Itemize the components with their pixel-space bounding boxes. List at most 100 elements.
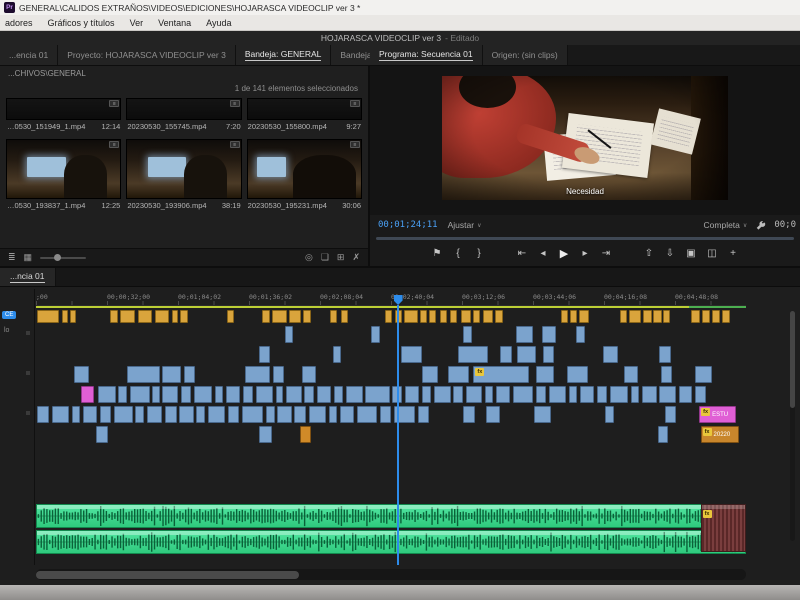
timeline-clip[interactable]: [486, 406, 500, 423]
time-ruler[interactable]: ;0000;00;32;0000;01;04;0200;01;36;0200;0…: [36, 289, 746, 306]
delete-icon[interactable]: ✗: [352, 253, 360, 262]
timeline-clip[interactable]: [181, 386, 191, 403]
timeline-clip[interactable]: [434, 386, 451, 403]
timeline-clip[interactable]: [536, 386, 546, 403]
track-toggle-icon[interactable]: [26, 331, 30, 335]
vertical-scrollbar-handle[interactable]: [790, 311, 795, 408]
timeline-clip[interactable]: [624, 366, 638, 383]
button-editor-icon[interactable]: +: [727, 249, 740, 259]
timeline-clip[interactable]: [329, 406, 338, 423]
caption-clip[interactable]: [722, 310, 731, 323]
find-icon[interactable]: ◎: [305, 253, 313, 262]
timeline-clip[interactable]: [162, 366, 180, 383]
zoom-level-select[interactable]: Ajustar ∨: [448, 220, 482, 230]
timeline-clip[interactable]: [162, 386, 178, 403]
timeline-clip[interactable]: [536, 366, 554, 383]
timeline-clip[interactable]: [302, 366, 316, 383]
timeline-clip[interactable]: [569, 386, 578, 403]
new-bin-icon[interactable]: ❏: [321, 253, 329, 262]
timeline-clip[interactable]: [179, 406, 193, 423]
panel-tab[interactable]: Proyecto: HOJARASCA VIDEOCLIP ver 3: [58, 45, 236, 65]
caption-clip[interactable]: [702, 310, 711, 323]
caption-clip[interactable]: [570, 310, 577, 323]
audio-track-2[interactable]: [36, 530, 746, 554]
panel-tab[interactable]: Bandeja: GENERAL: [236, 45, 332, 65]
timeline-clip[interactable]: [405, 386, 419, 403]
timeline-clip[interactable]: [114, 406, 132, 423]
caption-clip[interactable]: [461, 310, 471, 323]
timeline-clip[interactable]: [371, 326, 380, 343]
timeline-horizontal-scrollbar[interactable]: [36, 569, 746, 580]
timeline-clip[interactable]: [463, 326, 472, 343]
caption-clip[interactable]: [473, 310, 480, 323]
caption-clip[interactable]: [330, 310, 337, 323]
caption-clip[interactable]: [653, 310, 662, 323]
caption-clip[interactable]: [155, 310, 170, 323]
caption-clip[interactable]: [120, 310, 135, 323]
timeline-clip[interactable]: [184, 366, 195, 383]
horizontal-scrollbar-handle[interactable]: [36, 571, 299, 579]
extract-icon[interactable]: ⇩: [664, 249, 677, 259]
timeline-clip[interactable]: [243, 386, 253, 403]
timeline-clip[interactable]: [276, 386, 283, 403]
caption-clip[interactable]: [691, 310, 700, 323]
timeline-clip[interactable]: [603, 346, 619, 363]
comparison-view-icon[interactable]: ◫: [706, 249, 719, 259]
caption-clip[interactable]: [138, 310, 153, 323]
timeline-clip[interactable]: [422, 386, 431, 403]
timeline-clip[interactable]: [300, 426, 311, 443]
timeline-clip[interactable]: [463, 406, 474, 423]
caption-clip[interactable]: [172, 310, 178, 323]
project-item[interactable]: ≡…0530_193837_1.mp412:25: [6, 139, 121, 210]
caption-clip[interactable]: [620, 310, 627, 323]
breadcrumb[interactable]: ...CHIVOS\GENERAL: [0, 66, 368, 81]
caption-clip[interactable]: [404, 310, 417, 323]
lift-icon[interactable]: ⇧: [643, 249, 656, 259]
timeline-clip[interactable]: [346, 386, 363, 403]
go-to-out-icon[interactable]: ⇥: [600, 249, 613, 259]
timeline-clip[interactable]: [665, 406, 676, 423]
timeline-clip[interactable]: [96, 426, 109, 443]
caption-clip[interactable]: [303, 310, 312, 323]
timeline-clip[interactable]: [534, 406, 551, 423]
timeline-clip[interactable]: [661, 366, 672, 383]
timeline-clip[interactable]: [286, 386, 302, 403]
timeline-clip[interactable]: [259, 426, 272, 443]
caption-clip[interactable]: [272, 310, 287, 323]
timeline-clip[interactable]: [513, 386, 533, 403]
timeline-clip[interactable]: fx: [473, 366, 528, 383]
timeline-clip[interactable]: [242, 406, 263, 423]
timeline-clip[interactable]: [695, 366, 712, 383]
timeline-clip[interactable]: [448, 366, 469, 383]
caption-clip[interactable]: [62, 310, 68, 323]
timeline-clip[interactable]: [542, 326, 556, 343]
caption-clip[interactable]: [429, 310, 436, 323]
timeline-clip[interactable]: [147, 406, 163, 423]
thumbnail-zoom-slider[interactable]: [40, 257, 86, 259]
timeline-clip[interactable]: [658, 426, 668, 443]
timeline-clip[interactable]: [130, 386, 150, 403]
timeline-clip[interactable]: [52, 406, 69, 423]
timeline-clip[interactable]: [273, 366, 284, 383]
timeline-clip[interactable]: [81, 386, 94, 403]
caption-clip[interactable]: [420, 310, 427, 323]
timeline-clip[interactable]: [118, 386, 127, 403]
timeline-clip[interactable]: [294, 406, 305, 423]
caption-clip[interactable]: [180, 310, 188, 323]
timeline-clip[interactable]: [245, 366, 271, 383]
audio-clip-right[interactable]: fx: [701, 504, 746, 552]
timeline-clip[interactable]: [194, 386, 212, 403]
audio-track-1[interactable]: [36, 504, 746, 528]
timeline-clip[interactable]: [401, 346, 422, 363]
icon-view-icon[interactable]: ▦: [24, 253, 33, 262]
timeline-clip[interactable]: [317, 386, 331, 403]
project-item[interactable]: ≡20230530_195231.mp430:06: [247, 139, 362, 210]
new-item-icon[interactable]: ⊞: [337, 253, 345, 262]
add-marker-icon[interactable]: ⚑: [431, 249, 444, 259]
caption-clip[interactable]: [385, 310, 392, 323]
timeline-clip[interactable]: [152, 386, 159, 403]
timeline-clip[interactable]: [98, 386, 115, 403]
timeline-clip[interactable]: fx20220: [701, 426, 739, 443]
timeline-clip[interactable]: [543, 346, 554, 363]
timeline-clip[interactable]: [226, 386, 240, 403]
